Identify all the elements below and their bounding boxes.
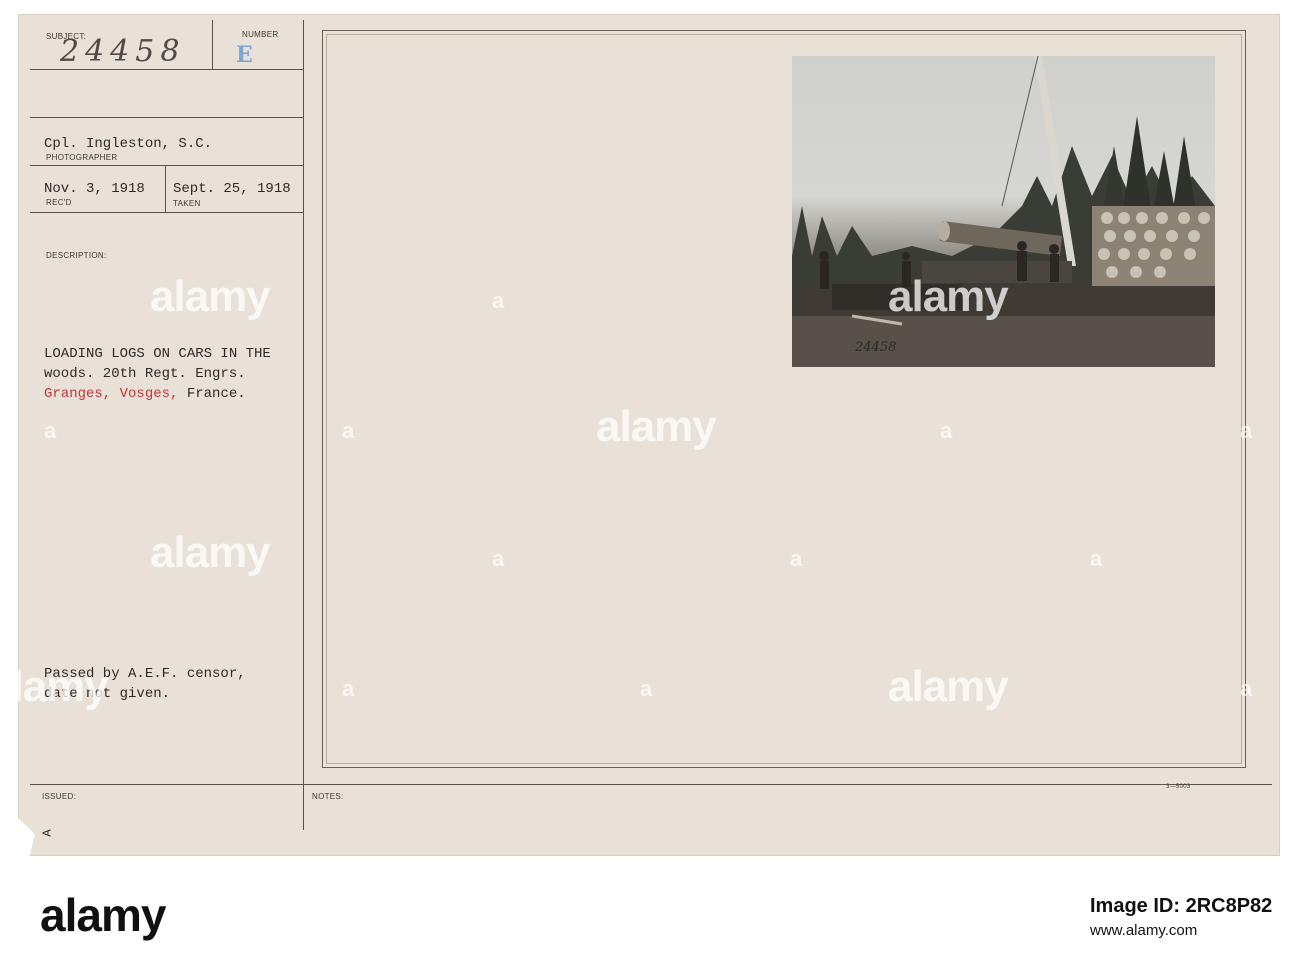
subject-number: 24458: [60, 34, 186, 69]
location-country: France.: [186, 386, 246, 402]
photographer-name: Cpl. Ingleston, S.C.: [44, 136, 213, 152]
watermark: alamy: [0, 662, 109, 711]
number-label: NUMBER: [242, 30, 279, 39]
divider: [303, 20, 304, 830]
watermark-letter: a: [492, 288, 505, 313]
taken-date: Sept. 25, 1918: [173, 181, 291, 197]
divider: [165, 166, 166, 212]
watermark-letter: a: [342, 418, 355, 443]
description-label: DESCRIPTION:: [46, 251, 107, 260]
footer-logo[interactable]: alamy: [40, 888, 166, 942]
location-region: Vosges,: [119, 386, 179, 402]
footer-url[interactable]: www.alamy.com: [1090, 922, 1197, 939]
watermark: alamy: [888, 662, 1009, 711]
location-line: Granges, Vosges, France.: [44, 386, 246, 402]
corner-mark: A: [40, 829, 55, 837]
divider: [30, 117, 303, 118]
watermark-letter: a: [1240, 676, 1253, 701]
watermark: alamy: [888, 272, 1009, 321]
watermark-letter: a: [1090, 546, 1103, 571]
description-line-1: LOADING LOGS ON CARS IN THE: [44, 346, 271, 362]
notes-label: NOTES:: [312, 792, 344, 801]
watermark: alamy: [150, 272, 271, 321]
photo-inscription: 24458: [855, 340, 897, 355]
received-label: REC'D: [46, 198, 72, 207]
watermark-letter: a: [1240, 418, 1253, 443]
watermark-letter: a: [492, 546, 505, 571]
divider: [30, 784, 1272, 785]
watermark: alamy: [596, 402, 717, 451]
watermark-letter: a: [342, 676, 355, 701]
watermark-letter: a: [940, 418, 953, 443]
number-letter: E: [236, 42, 253, 68]
watermark-letter: a: [44, 418, 57, 443]
issued-label: ISSUED:: [42, 792, 77, 801]
divider: [212, 20, 213, 70]
watermark-letter: a: [790, 546, 803, 571]
description-line-2: woods. 20th Regt. Engrs.: [44, 366, 246, 382]
divider: [30, 69, 303, 70]
watermark: alamy: [150, 528, 271, 577]
divider: [30, 212, 303, 213]
image-id: Image ID: 2RC8P82: [1090, 895, 1273, 917]
location-town: Granges,: [44, 386, 112, 402]
taken-label: TAKEN: [173, 199, 201, 208]
divider: [30, 165, 303, 166]
form-number: 3—5003: [1166, 784, 1191, 790]
photographer-label: PHOTOGRAPHER: [46, 153, 118, 162]
watermark-letter: a: [640, 676, 653, 701]
received-date: Nov. 3, 1918: [44, 181, 145, 197]
